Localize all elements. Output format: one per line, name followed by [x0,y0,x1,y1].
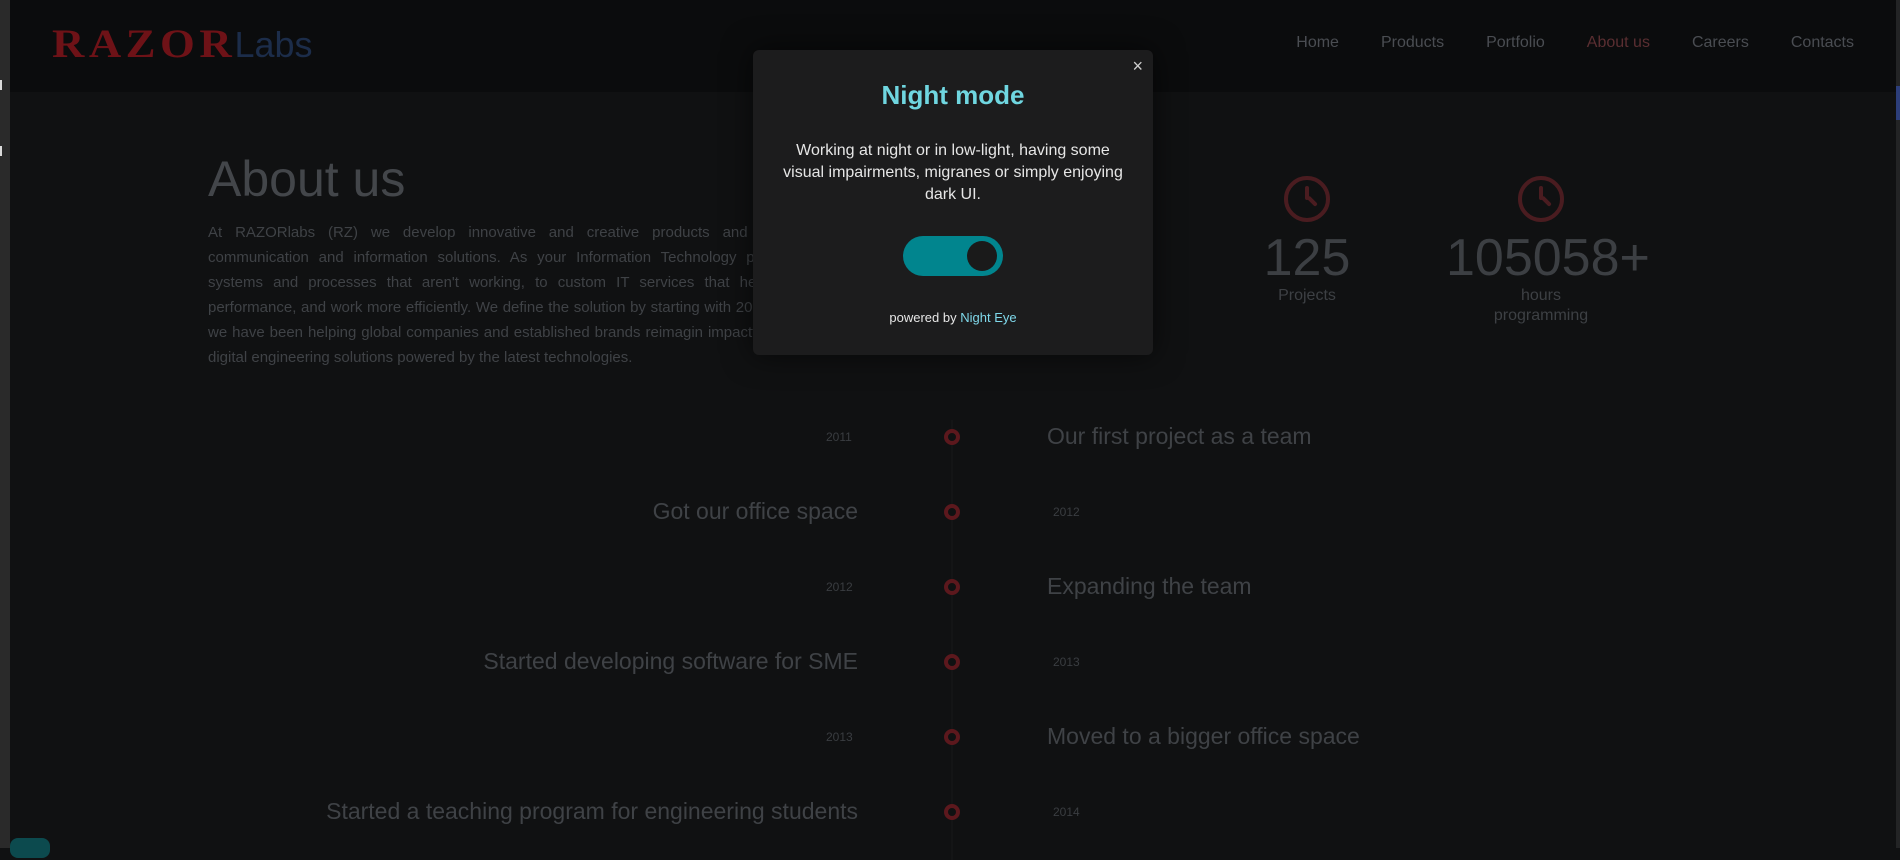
timeline-year: 2012 [1053,505,1080,519]
logo-secondary: Labs [234,24,313,65]
timeline-event: Our first project as a team [1047,423,1312,449]
nav-portfolio[interactable]: Portfolio [1486,34,1545,52]
stat-label: hours programming [1493,287,1589,324]
nav-careers[interactable]: Careers [1692,34,1749,52]
night-mode-toggle[interactable] [903,236,1003,276]
timeline-event: Started a teaching program for engineeri… [326,798,858,824]
stat-label: Projects [1278,287,1336,304]
about-description: At RAZORlabs (RZ) we develop innovative … [208,224,768,366]
timeline-event: Moved to a bigger office space [1047,723,1360,749]
edge-tick [0,146,2,156]
timeline-dot [944,504,960,520]
timeline-year: 2012 [826,580,853,594]
nav-about-us[interactable]: About us [1587,34,1650,52]
night-mode-dialog: × Night mode Working at night or in low-… [753,50,1153,355]
logo-primary: RAZOR [52,21,237,66]
toggle-knob [967,241,997,271]
timeline-year: 2014 [1053,805,1080,819]
timeline-line [951,420,953,860]
edge-tick [0,80,2,90]
chat-widget-button[interactable] [10,838,50,858]
main-nav: Home Products Portfolio About us Careers… [1254,34,1854,52]
timeline-dot [944,429,960,445]
timeline-dot [944,579,960,595]
timeline-event: Started developing software for SME [483,648,858,674]
timeline-dot [944,654,960,670]
timeline-event: Got our office space [652,498,858,524]
night-eye-link[interactable]: Night Eye [960,310,1016,325]
clock-icon [1518,176,1564,222]
stat-number: 105058+ [1446,229,1650,287]
timeline-dot [944,804,960,820]
dialog-title: Night mode [881,80,1025,110]
left-edge-strip [0,0,10,848]
dialog-footer: powered by Night Eye [753,310,1153,325]
clock-icon [1284,176,1330,222]
scrollbar[interactable] [1896,0,1900,848]
dialog-message: Working at night or in low-light, having… [783,142,1123,203]
timeline-year: 2013 [826,730,853,744]
scrollbar-thumb[interactable] [1896,86,1900,120]
page-title: About us [208,151,406,207]
close-icon[interactable]: × [1132,56,1143,77]
stat-number: 125 [1263,229,1351,287]
stat-hours: 105058+ hours programming [1446,176,1650,326]
stat-projects: 125 Projects [1254,176,1360,306]
footer-prefix: powered by [889,310,957,325]
timeline-year: 2011 [826,430,852,444]
razorlabs-logo[interactable]: RAZORLabs [52,20,313,68]
timeline-year: 2013 [1053,655,1080,669]
nav-contacts[interactable]: Contacts [1791,34,1854,52]
nav-home[interactable]: Home [1296,34,1339,52]
timeline-dot [944,729,960,745]
nav-products[interactable]: Products [1381,34,1444,52]
timeline-event: Expanding the team [1047,573,1252,599]
